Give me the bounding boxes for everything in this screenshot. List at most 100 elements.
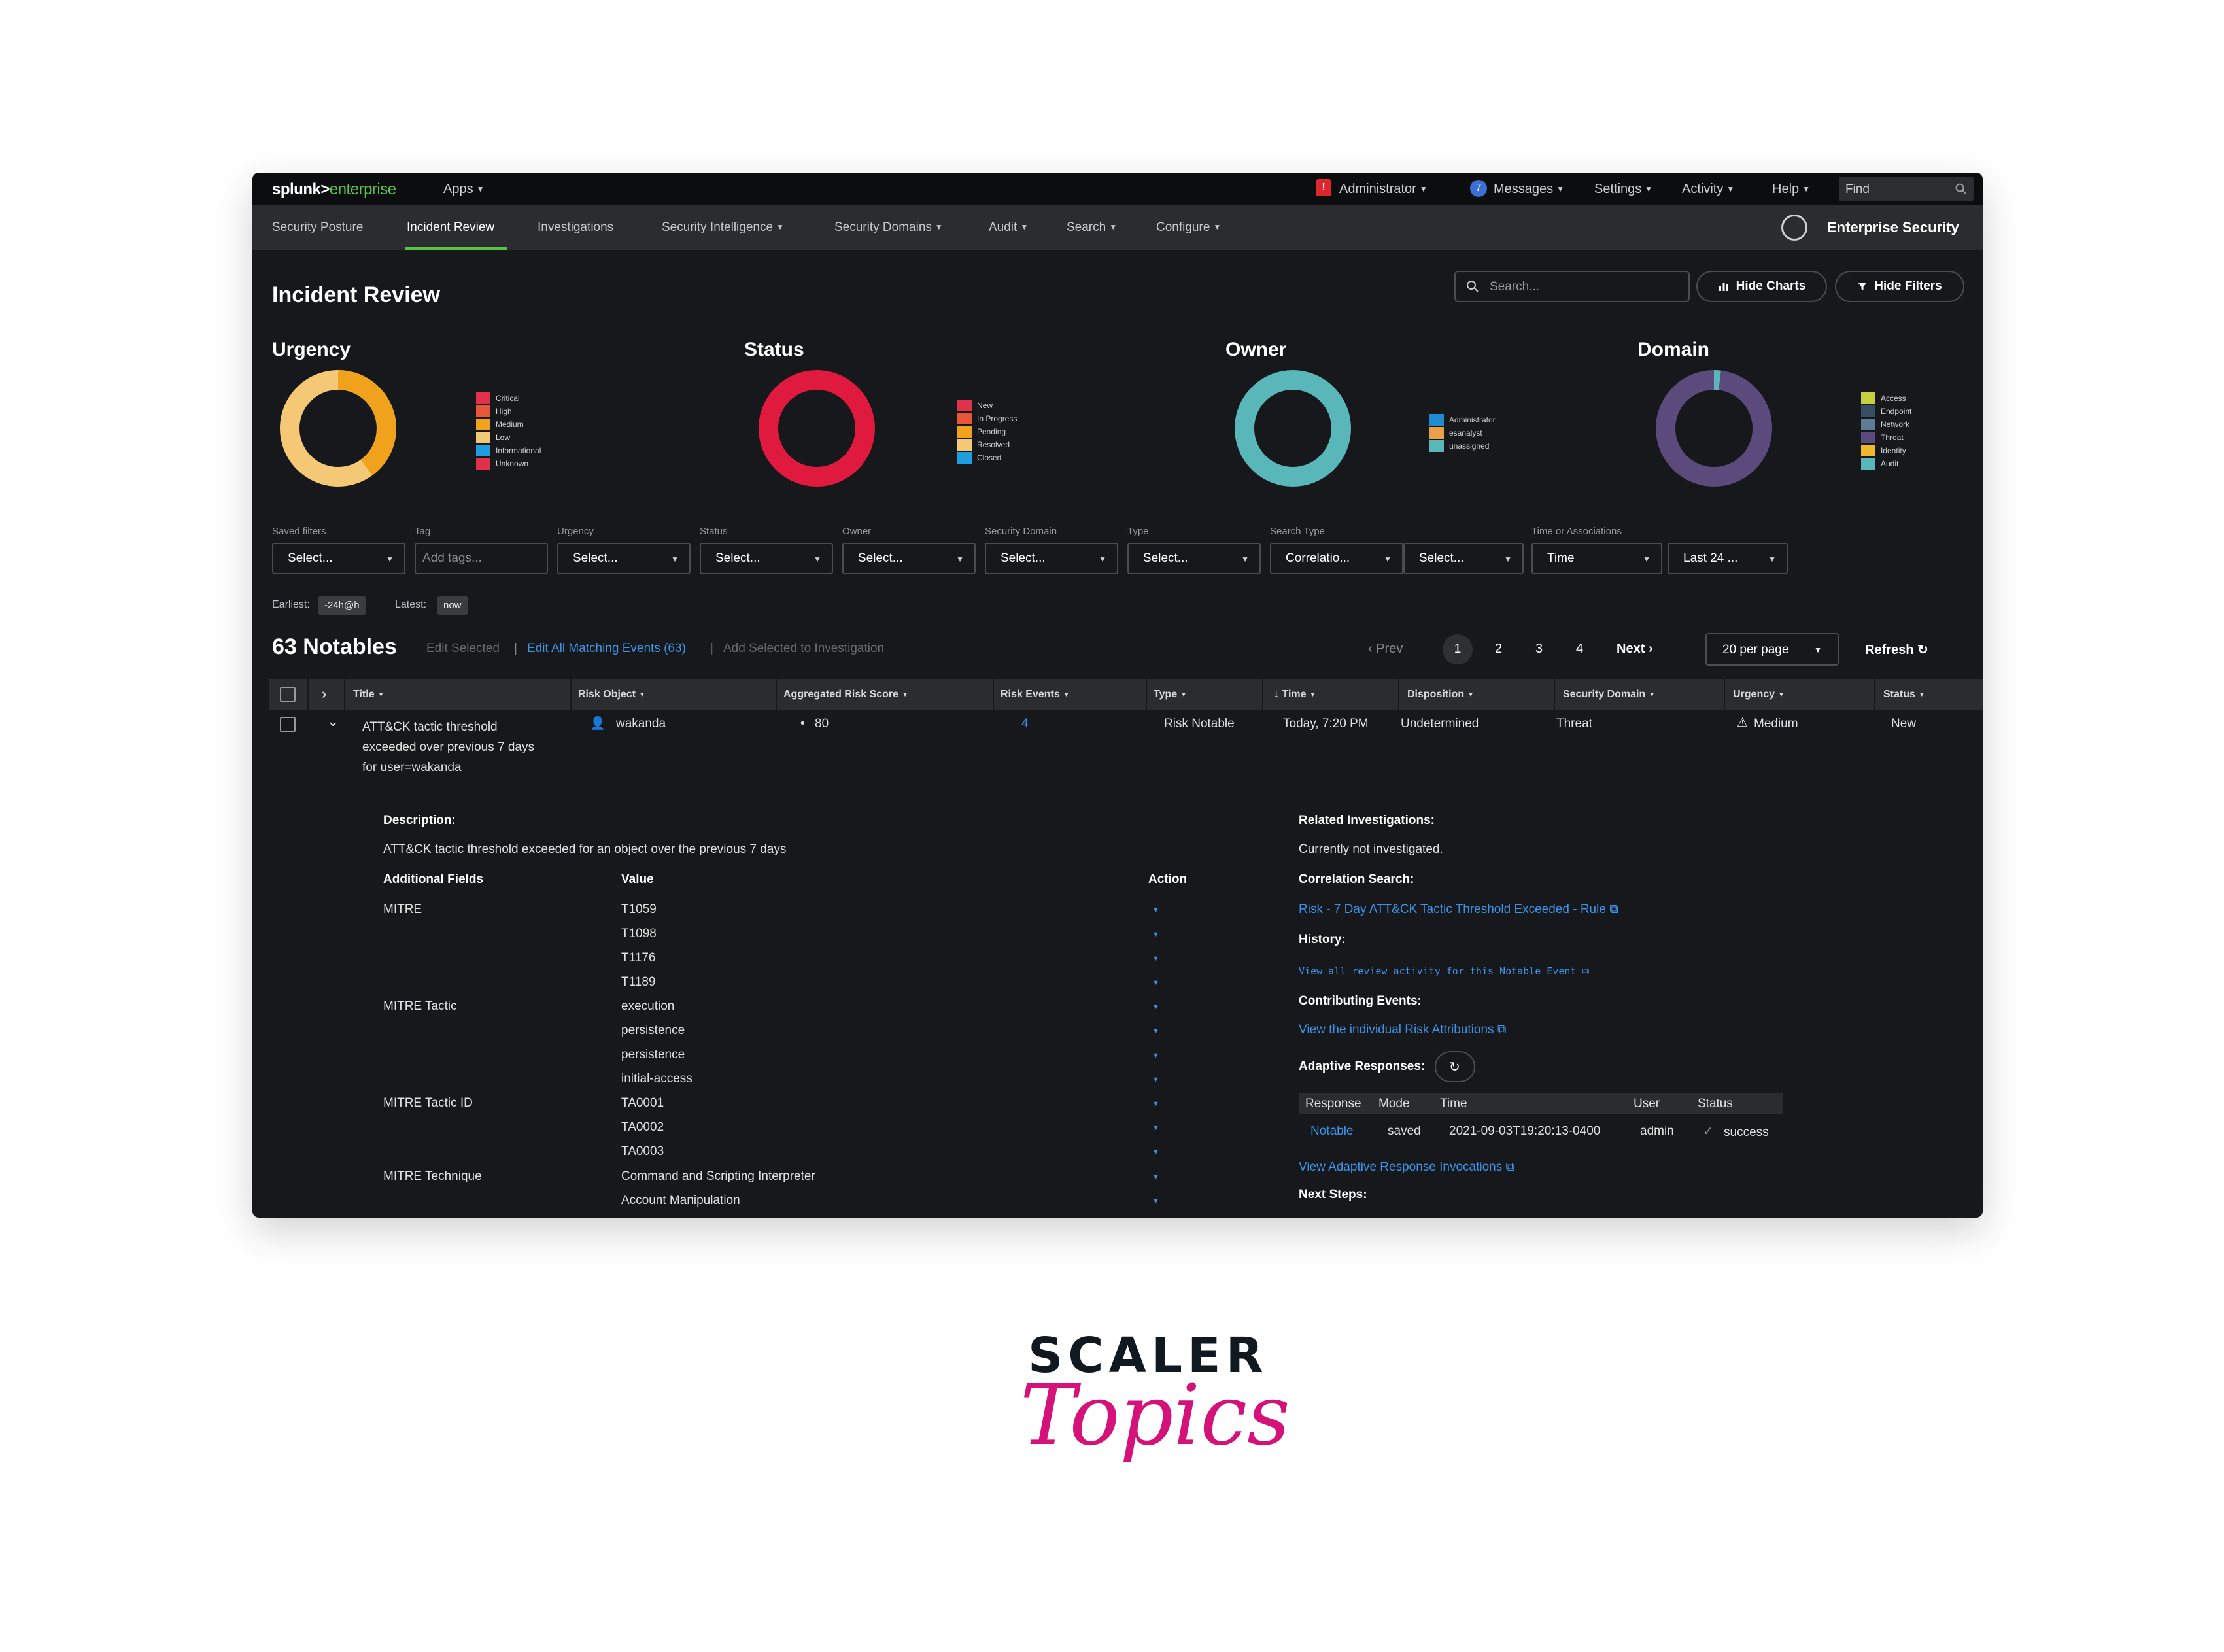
action-caret-icon[interactable]: ▼ (1152, 1197, 1159, 1205)
edit-selected-link[interactable]: Edit Selected (426, 642, 500, 656)
page-2-button[interactable]: 2 (1495, 642, 1502, 657)
col-aggregated-risk-score[interactable]: Aggregated Risk Score ▼ (783, 689, 908, 700)
legend-item[interactable]: esanalyst (1429, 426, 1496, 439)
legend-item[interactable]: Administrator (1429, 413, 1496, 426)
col-risk-object[interactable]: Risk Object ▼ (578, 689, 645, 700)
legend-item[interactable]: Network (1861, 418, 1911, 431)
contributing-events-link[interactable]: View the individual Risk Attributions ⧉ (1299, 1023, 1506, 1037)
legend-item[interactable]: Critical (476, 392, 541, 405)
select-all-checkbox[interactable] (280, 687, 296, 702)
time-associations-select[interactable]: Time ▼ (1531, 543, 1662, 574)
add-to-investigation-link[interactable]: Add Selected to Investigation (723, 642, 884, 656)
nav-search[interactable]: Search ▼ (1067, 220, 1117, 235)
search-type-secondary-select[interactable]: Select... ▼ (1403, 543, 1524, 574)
messages-menu[interactable]: Messages ▼ (1494, 182, 1564, 197)
next-page-button[interactable]: Next › (1617, 642, 1653, 657)
col-security-domain[interactable]: Security Domain ▼ (1563, 689, 1655, 700)
row-risk-object[interactable]: wakanda (616, 717, 666, 731)
nav-security-posture[interactable]: Security Posture (272, 220, 363, 235)
edit-all-matching-link[interactable]: Edit All Matching Events (63) (527, 642, 686, 656)
action-caret-icon[interactable]: ▼ (1152, 1027, 1159, 1035)
legend-item[interactable]: Pending (957, 425, 1017, 438)
legend-item[interactable]: Unknown (476, 457, 541, 470)
action-caret-icon[interactable]: ▼ (1152, 931, 1159, 938)
action-caret-icon[interactable]: ▼ (1152, 1100, 1159, 1108)
owner-select[interactable]: Select... ▼ (842, 543, 976, 574)
type-select[interactable]: Select... ▼ (1127, 543, 1261, 574)
settings-menu[interactable]: Settings ▼ (1594, 182, 1652, 197)
page-4-button[interactable]: 4 (1576, 642, 1583, 657)
status-select[interactable]: Select... ▼ (700, 543, 833, 574)
splunk-logo[interactable]: splunk>enterprise (272, 181, 396, 199)
legend-item[interactable]: unassigned (1429, 439, 1496, 453)
nav-configure[interactable]: Configure ▼ (1156, 220, 1221, 235)
app-label[interactable]: Enterprise Security (1827, 219, 1959, 236)
row-checkbox[interactable] (280, 717, 296, 732)
hide-charts-button[interactable]: Hide Charts (1696, 271, 1827, 302)
status-donut-new[interactable] (759, 370, 875, 487)
earliest-chip[interactable]: -24h@h (318, 596, 366, 615)
ar-response-link[interactable]: Notable (1310, 1124, 1354, 1139)
col-status[interactable]: Status ▼ (1883, 689, 1925, 700)
action-caret-icon[interactable]: ▼ (1152, 1076, 1159, 1084)
action-caret-icon[interactable]: ▼ (1152, 1003, 1159, 1011)
page-3-button[interactable]: 3 (1535, 642, 1543, 657)
help-menu[interactable]: Help ▼ (1772, 182, 1810, 197)
action-caret-icon[interactable]: ▼ (1152, 1124, 1159, 1132)
action-caret-icon[interactable]: ▼ (1152, 1173, 1159, 1181)
messages-count-badge[interactable]: 7 (1470, 180, 1487, 197)
nav-security-domains[interactable]: Security Domains ▼ (834, 220, 943, 235)
legend-item[interactable]: Endpoint (1861, 405, 1911, 418)
correlation-search-link[interactable]: Risk - 7 Day ATT&CK Tactic Threshold Exc… (1299, 903, 1618, 917)
nav-security-intelligence[interactable]: Security Intelligence ▼ (662, 220, 784, 235)
legend-item[interactable]: Threat (1861, 431, 1911, 444)
search-input[interactable]: Search... (1454, 271, 1690, 302)
col-disposition[interactable]: Disposition ▼ (1407, 689, 1474, 700)
col-type[interactable]: Type ▼ (1154, 689, 1187, 700)
row-risk-events-link[interactable]: 4 (1021, 717, 1029, 731)
domain-donut-chart[interactable] (1654, 369, 1773, 488)
history-link[interactable]: View all review activity for this Notabl… (1299, 965, 1589, 977)
owner-donut-chart[interactable] (1233, 369, 1352, 488)
urgency-donut-chart[interactable] (279, 369, 398, 488)
activity-menu[interactable]: Activity ▼ (1682, 182, 1734, 197)
col-time[interactable]: ↓ Time ▼ (1274, 689, 1316, 700)
nav-investigations[interactable]: Investigations (538, 220, 613, 235)
collapse-chevron-icon[interactable]: ⌄ (327, 713, 339, 730)
legend-item[interactable]: Access (1861, 392, 1911, 405)
owner-donut-unassigned[interactable] (1235, 370, 1351, 487)
tag-input[interactable]: Add tags... (415, 543, 548, 574)
refresh-button[interactable]: Refresh ↻ (1865, 642, 1928, 658)
legend-item[interactable]: Medium (476, 418, 541, 431)
saved-filters-select[interactable]: Select... ▼ (272, 543, 405, 574)
legend-item[interactable]: High (476, 405, 541, 418)
security-domain-select[interactable]: Select... ▼ (985, 543, 1118, 574)
page-1-button[interactable]: 1 (1443, 634, 1473, 664)
hide-filters-button[interactable]: Hide Filters (1835, 271, 1964, 302)
col-urgency[interactable]: Urgency ▼ (1733, 689, 1785, 700)
urgency-select[interactable]: Select... ▼ (557, 543, 691, 574)
search-type-select[interactable]: Correlatio... ▼ (1270, 543, 1403, 574)
find-input[interactable]: Find (1839, 177, 1974, 201)
legend-item[interactable]: Low (476, 431, 541, 444)
time-range-select[interactable]: Last 24 ... ▼ (1668, 543, 1788, 574)
action-caret-icon[interactable]: ▼ (1152, 1148, 1159, 1156)
adaptive-response-invocations-link[interactable]: View Adaptive Response Invocations ⧉ (1299, 1160, 1514, 1175)
action-caret-icon[interactable]: ▼ (1152, 979, 1159, 987)
action-caret-icon[interactable]: ▼ (1152, 955, 1159, 963)
legend-item[interactable]: Closed (957, 451, 1017, 464)
alert-badge-icon[interactable]: ! (1316, 179, 1331, 196)
expand-all-chevron-icon[interactable]: › (322, 685, 326, 702)
action-caret-icon[interactable]: ▼ (1152, 1052, 1159, 1059)
col-risk-events[interactable]: Risk Events ▼ (1001, 689, 1070, 700)
apps-menu[interactable]: Apps ▼ (443, 182, 484, 197)
col-title[interactable]: Title ▼ (353, 689, 385, 700)
legend-item[interactable]: New (957, 399, 1017, 412)
legend-item[interactable]: Resolved (957, 438, 1017, 451)
legend-item[interactable]: Audit (1861, 457, 1911, 470)
legend-item[interactable]: In Progress (957, 412, 1017, 425)
status-donut-chart[interactable] (757, 369, 876, 488)
action-caret-icon[interactable]: ▼ (1152, 906, 1159, 914)
nav-audit[interactable]: Audit ▼ (989, 220, 1028, 235)
domain-donut-threat[interactable] (1656, 370, 1772, 487)
